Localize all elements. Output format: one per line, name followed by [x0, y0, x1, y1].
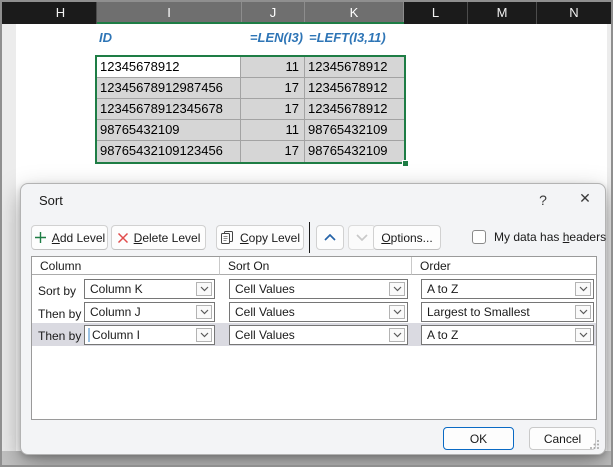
sort-dialog: Sort ? ✕ Add Level Delete Level Copy Lev…: [20, 183, 606, 455]
options-button[interactable]: Options...: [373, 225, 441, 250]
copy-level-button[interactable]: Copy Level: [216, 225, 304, 250]
resize-grip[interactable]: [589, 439, 600, 450]
chevron-down-icon[interactable]: [389, 282, 405, 296]
header-gutter: [0, 0, 25, 24]
column-header-H[interactable]: H: [25, 0, 97, 24]
level3-sorton-dropdown[interactable]: Cell Values: [229, 325, 408, 345]
level1-order-dropdown[interactable]: A to Z: [421, 279, 594, 299]
level2-column-value: Column J: [90, 305, 141, 319]
order-section-header: Order: [412, 257, 596, 275]
chevron-down-icon[interactable]: [575, 328, 591, 342]
toolbar-separator: [309, 222, 310, 253]
delete-level-label: Delete Level: [133, 230, 201, 245]
move-level-down-button[interactable]: [348, 225, 376, 250]
level2-order-value: Largest to Smallest: [427, 305, 530, 319]
delete-level-button[interactable]: Delete Level: [111, 225, 206, 250]
level3-column-value: Column I: [92, 328, 141, 342]
cell-K3[interactable]: 12345678912: [305, 57, 404, 78]
cell-I5[interactable]: 12345678912345678: [97, 99, 241, 120]
cell-J7[interactable]: 17: [241, 141, 305, 162]
level2-sorton-dropdown[interactable]: Cell Values: [229, 302, 408, 322]
then-by-label-1: Then by: [38, 307, 82, 321]
level3-column-dropdown[interactable]: Column I: [84, 325, 215, 345]
cell-K5[interactable]: 12345678912: [305, 99, 404, 120]
level3-order-value: A to Z: [427, 328, 459, 342]
level2-sorton-value: Cell Values: [235, 305, 295, 319]
level3-sorton-value: Cell Values: [235, 328, 295, 342]
delete-x-icon: [117, 232, 128, 243]
chevron-down-icon[interactable]: [575, 305, 591, 319]
selected-columns-underline: [97, 22, 404, 24]
level1-column-value: Column K: [90, 282, 143, 296]
selected-range: 12345678912 11 12345678912 1234567891298…: [95, 55, 406, 164]
column-section-header: Column: [32, 257, 220, 275]
chevron-down-icon: [356, 234, 368, 241]
chevron-down-icon[interactable]: [196, 282, 212, 296]
right-margin-strip: [607, 24, 611, 451]
cell-I7[interactable]: 98765432109123456: [97, 141, 241, 162]
column-header-K[interactable]: K: [305, 0, 404, 24]
dialog-title: Sort: [39, 193, 63, 208]
column-header-L[interactable]: L: [404, 0, 468, 24]
close-icon[interactable]: ✕: [573, 190, 597, 210]
my-data-has-headers-checkbox[interactable]: [472, 230, 486, 244]
level1-column-dropdown[interactable]: Column K: [84, 279, 215, 299]
ok-button[interactable]: OK: [443, 427, 514, 450]
level2-order-dropdown[interactable]: Largest to Smallest: [421, 302, 594, 322]
move-level-up-button[interactable]: [316, 225, 344, 250]
chevron-down-icon[interactable]: [575, 282, 591, 296]
cell-I3[interactable]: 12345678912: [97, 57, 241, 78]
add-level-label: Add Level: [51, 230, 106, 245]
chevron-down-icon[interactable]: [196, 305, 212, 319]
level3-order-dropdown[interactable]: A to Z: [421, 325, 594, 345]
my-data-has-headers-label[interactable]: My data has headers: [494, 230, 606, 244]
column-header-N[interactable]: N: [537, 0, 611, 24]
column-header-row: H I J K L M N: [0, 0, 613, 24]
column-header-M[interactable]: M: [468, 0, 537, 24]
sort-levels-panel: Column Sort On Order Sort by Column K Ce…: [31, 256, 597, 420]
copy-level-label: Copy Level: [239, 230, 301, 245]
level1-sorton-dropdown[interactable]: Cell Values: [229, 279, 408, 299]
cell-J5[interactable]: 17: [241, 99, 305, 120]
excel-window: H I J K L M N ID =LEN(I3) =LEFT(I3,11) 1…: [0, 0, 613, 467]
left-formula-label: =LEFT(I3,11): [309, 30, 386, 45]
chevron-down-icon[interactable]: [389, 305, 405, 319]
left-margin-strip: [2, 24, 16, 453]
cell-I4[interactable]: 12345678912987456: [97, 78, 241, 99]
then-by-label-2: Then by: [38, 329, 82, 343]
cell-K7[interactable]: 98765432109: [305, 141, 404, 162]
options-label: Options...: [381, 230, 433, 245]
cell-I6[interactable]: 98765432109: [97, 120, 241, 141]
id-label: ID: [99, 30, 112, 45]
cell-K4[interactable]: 12345678912: [305, 78, 404, 99]
level2-column-dropdown[interactable]: Column J: [84, 302, 215, 322]
chevron-down-icon[interactable]: [389, 328, 405, 342]
copy-icon: [220, 231, 233, 244]
help-icon[interactable]: ?: [533, 192, 553, 210]
sort-on-section-header: Sort On: [220, 257, 412, 275]
cancel-button[interactable]: Cancel: [529, 427, 596, 450]
sort-by-label: Sort by: [38, 284, 77, 298]
column-header-J[interactable]: J: [242, 0, 305, 24]
chevron-down-icon[interactable]: [196, 328, 212, 342]
level1-order-value: A to Z: [427, 282, 459, 296]
column-header-I[interactable]: I: [97, 0, 242, 24]
add-level-button[interactable]: Add Level: [31, 225, 108, 250]
cell-J4[interactable]: 17: [241, 78, 305, 99]
cell-J3[interactable]: 11: [241, 57, 305, 78]
cell-J6[interactable]: 11: [241, 120, 305, 141]
data-grid: 12345678912 11 12345678912 1234567891298…: [97, 57, 404, 162]
focus-caret: [88, 328, 90, 342]
selection-fill-handle[interactable]: [402, 160, 409, 167]
cell-K6[interactable]: 98765432109: [305, 120, 404, 141]
chevron-up-icon: [324, 234, 336, 241]
plus-icon: [34, 232, 46, 243]
level1-sorton-value: Cell Values: [235, 282, 295, 296]
len-formula-label: =LEN(I3): [249, 30, 303, 45]
